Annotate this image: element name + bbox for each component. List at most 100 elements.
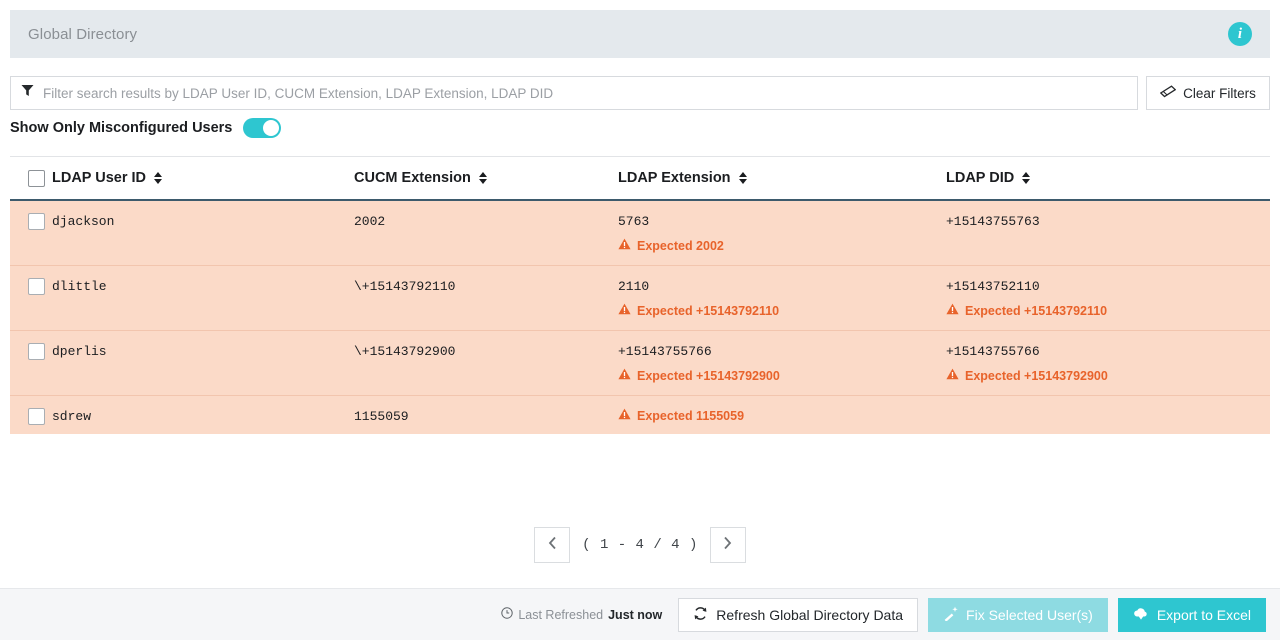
export-to-excel-button[interactable]: Export to Excel bbox=[1117, 597, 1266, 632]
magic-wand-icon bbox=[943, 606, 958, 624]
sort-icon[interactable] bbox=[478, 172, 487, 184]
pagination: ( 1 - 4 / 4 ) bbox=[0, 527, 1280, 563]
page-header-bar: Global Directory i bbox=[10, 10, 1270, 58]
cell-cucm-extension: 1155059 bbox=[354, 408, 618, 425]
cell-cucm-extension: \+15143792110 bbox=[354, 278, 618, 295]
column-header-label: LDAP User ID bbox=[52, 170, 147, 186]
global-directory-page: Global Directory i Clear Filters Show On… bbox=[0, 0, 1280, 640]
clear-filters-button[interactable]: Clear Filters bbox=[1146, 76, 1270, 110]
table-row[interactable]: djackson 2002 5763 Expected 2002 +151437… bbox=[10, 201, 1270, 266]
pagination-prev-button[interactable] bbox=[534, 527, 571, 563]
misconfigured-toggle-switch[interactable] bbox=[243, 118, 282, 138]
toggle-knob bbox=[263, 120, 280, 136]
info-icon[interactable]: i bbox=[1228, 22, 1252, 46]
table-row[interactable]: sdrew 1155059 Expected 1155059 bbox=[10, 396, 1270, 434]
cell-value: +15143752110 bbox=[946, 279, 1040, 294]
row-select-cell bbox=[10, 343, 52, 360]
cell-value: +15143755766 bbox=[618, 344, 712, 359]
table-body: djackson 2002 5763 Expected 2002 +151437… bbox=[10, 201, 1270, 434]
column-header-ldap-did[interactable]: LDAP DID bbox=[946, 170, 1270, 186]
cell-value: dlittle bbox=[52, 279, 107, 294]
cell-ldap-user-id: djackson bbox=[52, 213, 354, 230]
column-header-label: LDAP Extension bbox=[618, 170, 731, 186]
footer-bar: Last Refreshed Just now Refresh Global D… bbox=[0, 588, 1280, 640]
fix-selected-users-button[interactable]: Fix Selected User(s) bbox=[928, 597, 1108, 632]
column-header-ldap-extension[interactable]: LDAP Extension bbox=[618, 170, 946, 186]
cell-value: 2002 bbox=[354, 214, 386, 229]
row-checkbox[interactable] bbox=[28, 278, 45, 295]
warning-icon bbox=[618, 238, 631, 255]
expected-warning: Expected +15143792900 bbox=[618, 368, 946, 385]
clock-icon bbox=[501, 607, 514, 622]
refresh-global-directory-button[interactable]: Refresh Global Directory Data bbox=[678, 597, 919, 632]
warning-text: Expected +15143792110 bbox=[965, 304, 1108, 318]
table-row[interactable]: dperlis \+15143792900 +15143755766 Expec… bbox=[10, 331, 1270, 396]
warning-icon bbox=[946, 368, 959, 385]
cell-value: dperlis bbox=[52, 344, 107, 359]
column-header-cucm-extension[interactable]: CUCM Extension bbox=[354, 170, 618, 186]
expected-warning: Expected 1155059 bbox=[618, 408, 946, 425]
row-checkbox[interactable] bbox=[28, 213, 45, 230]
expected-warning: Expected +15143792900 bbox=[946, 368, 1270, 385]
column-header-ldap-user-id[interactable]: LDAP User ID bbox=[52, 170, 354, 186]
cell-ldap-user-id: dlittle bbox=[52, 278, 354, 295]
cell-value: djackson bbox=[52, 214, 115, 229]
cell-ldap-extension: +15143755766 Expected +15143792900 bbox=[618, 343, 946, 385]
fix-selected-users-label: Fix Selected User(s) bbox=[966, 606, 1093, 623]
cell-value: 1155059 bbox=[354, 409, 409, 424]
pagination-range: ( 1 - 4 / 4 ) bbox=[582, 537, 698, 553]
cell-ldap-extension: 2110 Expected +15143792110 bbox=[618, 278, 946, 320]
sort-icon[interactable] bbox=[154, 172, 163, 184]
cell-ldap-did: +15143755766 Expected +15143792900 bbox=[946, 343, 1270, 385]
last-refreshed-value: Just now bbox=[608, 607, 663, 622]
column-header-label: LDAP DID bbox=[946, 170, 1015, 186]
pagination-next-button[interactable] bbox=[709, 527, 746, 563]
cell-value: 2110 bbox=[618, 279, 650, 294]
cell-value: 5763 bbox=[618, 214, 650, 229]
expected-warning: Expected +15143792110 bbox=[946, 303, 1270, 320]
last-refreshed-label: Last Refreshed bbox=[518, 607, 604, 622]
filter-row: Clear Filters bbox=[10, 76, 1270, 110]
warning-text: Expected +15143792900 bbox=[637, 369, 780, 383]
funnel-icon bbox=[21, 84, 34, 102]
cell-value: +15143755763 bbox=[946, 214, 1040, 229]
warning-icon bbox=[618, 368, 631, 385]
warning-text: Expected +15143792110 bbox=[637, 304, 780, 318]
select-all-cell bbox=[10, 169, 52, 187]
cell-cucm-extension: \+15143792900 bbox=[354, 343, 618, 360]
warning-text: Expected 2002 bbox=[637, 239, 724, 253]
sort-icon[interactable] bbox=[738, 172, 747, 184]
chevron-right-icon bbox=[723, 535, 732, 555]
cell-value: sdrew bbox=[52, 409, 92, 424]
row-select-cell bbox=[10, 408, 52, 425]
export-to-excel-label: Export to Excel bbox=[1156, 606, 1251, 623]
row-select-cell bbox=[10, 213, 52, 230]
search-input[interactable] bbox=[43, 78, 1127, 108]
eraser-icon bbox=[1159, 85, 1177, 101]
search-box[interactable] bbox=[10, 76, 1138, 110]
warning-text: Expected 1155059 bbox=[637, 409, 745, 423]
cell-value: +15143755766 bbox=[946, 344, 1040, 359]
table-row[interactable]: dlittle \+15143792110 2110 Expected +151… bbox=[10, 266, 1270, 331]
refresh-icon bbox=[693, 606, 708, 624]
table-header-row: LDAP User ID CUCM Extension LDAP Extensi… bbox=[10, 156, 1270, 201]
cell-value: \+15143792110 bbox=[354, 279, 456, 294]
misconfigured-toggle-label: Show Only Misconfigured Users bbox=[10, 120, 233, 136]
refresh-button-label: Refresh Global Directory Data bbox=[716, 606, 904, 623]
cell-value: \+15143792900 bbox=[354, 344, 456, 359]
cell-ldap-did: +15143752110 Expected +15143792110 bbox=[946, 278, 1270, 320]
warning-icon bbox=[946, 303, 959, 320]
directory-table: LDAP User ID CUCM Extension LDAP Extensi… bbox=[10, 156, 1270, 434]
chevron-left-icon bbox=[548, 535, 557, 555]
warning-icon bbox=[618, 303, 631, 320]
cloud-download-icon bbox=[1133, 606, 1149, 623]
warning-text: Expected +15143792900 bbox=[965, 369, 1108, 383]
cell-ldap-did: +15143755763 bbox=[946, 213, 1270, 230]
select-all-checkbox[interactable] bbox=[28, 169, 45, 187]
row-checkbox[interactable] bbox=[28, 343, 45, 360]
row-checkbox[interactable] bbox=[28, 408, 45, 425]
expected-warning: Expected +15143792110 bbox=[618, 303, 946, 320]
sort-icon[interactable] bbox=[1022, 172, 1031, 184]
expected-warning: Expected 2002 bbox=[618, 238, 946, 255]
warning-icon bbox=[618, 408, 631, 425]
